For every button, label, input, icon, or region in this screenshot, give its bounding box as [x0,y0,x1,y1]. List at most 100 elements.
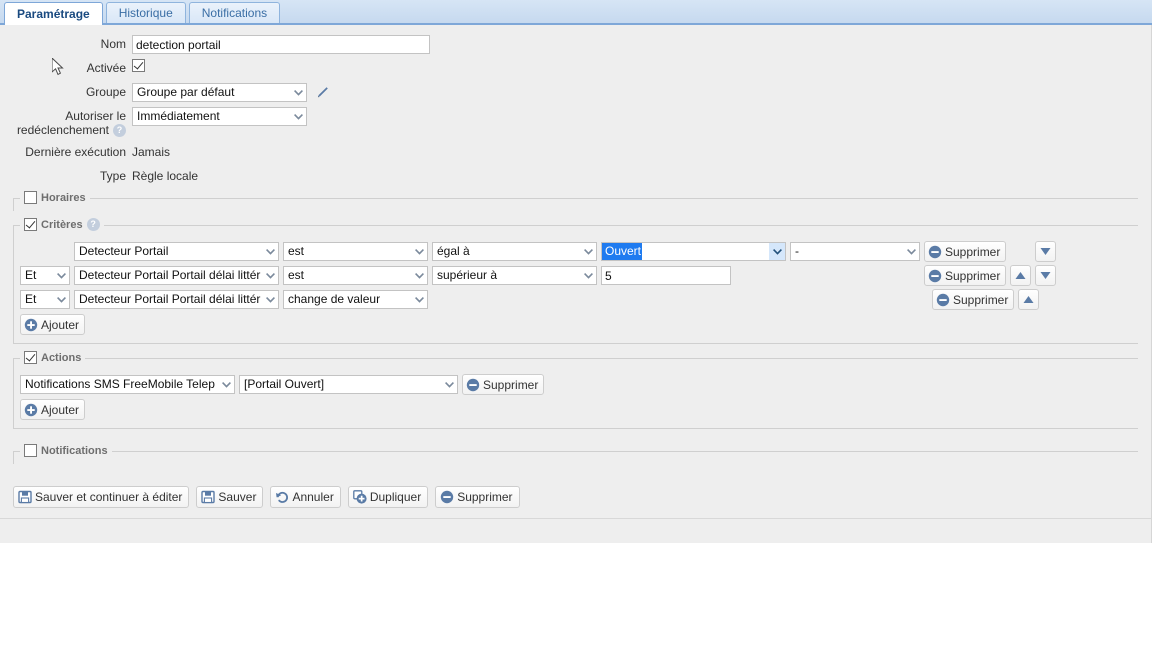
criteria-value-input[interactable] [601,266,731,285]
section-actions-legend: Actions [20,351,86,364]
criteria-source-select[interactable]: Detecteur Portail Portail délai littér [74,266,279,285]
redeclenchement-select-value: Immédiatement [137,109,220,123]
criteria-add-button[interactable]: Ajouter [20,314,86,335]
criteria-move-down-button[interactable] [1035,265,1057,286]
criteria-verb-value: est [288,244,305,258]
delete-label: Supprimer [457,490,513,504]
criteria-move-down-button[interactable] [1035,241,1057,262]
tab-historique[interactable]: Historique [105,2,186,23]
redeclenchement-label-line2: redéclenchement [16,123,109,137]
criteria-value-filler [642,243,769,260]
action-delete-button[interactable]: Supprimer [462,374,545,395]
chevron-down-icon [262,291,278,308]
section-actions-body: Notifications SMS FreeMobile Telep [Port… [14,359,1138,428]
tab-notifications[interactable]: Notifications [188,2,281,23]
action-add-button[interactable]: Ajouter [20,399,86,420]
cancel-button[interactable]: Annuler [270,486,341,508]
help-icon-redeclenchement[interactable]: ? [113,123,126,137]
section-horaires-legend: Horaires [20,191,90,204]
field-row-groupe: Groupe Groupe par défaut [0,83,1151,102]
chevron-down-icon [411,243,427,260]
criteria-operator-value: Et [25,268,37,282]
field-row-derniere-execution: Dernière exécution Jamais [0,143,1151,162]
save-icon [18,490,32,504]
criteria-delete-button[interactable]: Supprimer [924,241,1007,262]
duplicate-button[interactable]: Dupliquer [347,486,429,508]
action-target-value: Notifications SMS FreeMobile Telep [25,377,215,391]
chevron-down-icon [411,267,427,284]
redeclenchement-select[interactable]: Immédiatement [132,107,307,126]
criteres-checkbox[interactable] [24,218,37,231]
notifications-checkbox[interactable] [24,444,37,457]
action-row: Notifications SMS FreeMobile Telep [Port… [20,373,1132,396]
tab-parametrage[interactable]: Paramétrage [4,2,103,25]
rule-editor-page: Nom Activée Groupe Groupe par défaut [0,25,1152,543]
chevron-down-icon [218,376,234,393]
criteria-delete-button[interactable]: Supprimer [924,265,1007,286]
section-criteres: Critères ? Detecteur Portail est égal à … [13,218,1138,344]
criteria-verb-select[interactable]: est [283,266,428,285]
chevron-down-icon [262,267,278,284]
edit-group-button[interactable] [315,86,329,100]
criteria-operator-select[interactable]: Et [20,290,70,309]
save-label: Sauver [218,490,257,504]
section-notifications: Notifications [13,444,1138,464]
criteria-delete-label: Supprimer [945,268,1001,283]
nom-label: Nom [100,37,126,51]
criteria-comparator-select[interactable]: égal à [432,242,597,261]
undo-icon [276,491,289,503]
criteria-source-select[interactable]: Detecteur Portail [74,242,279,261]
action-message-select[interactable]: [Portail Ouvert] [239,375,458,394]
criteria-source-value: Detecteur Portail Portail délai littér [79,292,261,306]
form-toolbar: Sauver et continuer à éditer Sauver Annu… [0,476,1151,518]
section-criteres-legend: Critères ? [20,218,104,231]
derniere-execution-label: Dernière exécution [25,145,126,159]
redeclenchement-label-line1: Autoriser le [65,109,126,123]
criteria-delete-button[interactable]: Supprimer [932,289,1015,310]
criteria-value-text: Ouvert [602,243,643,260]
section-horaires: Horaires [13,191,1138,211]
criteria-operator-select[interactable]: Et [20,266,70,285]
help-icon-criteres[interactable]: ? [86,218,100,231]
rule-properties-form: Nom Activée Groupe Groupe par défaut [0,25,1151,186]
criteria-comparator-value: supérieur à [437,268,498,282]
criteria-source-value: Detecteur Portail Portail délai littér [79,268,261,282]
horaires-checkbox[interactable] [24,191,37,204]
criteria-comparator-select[interactable]: supérieur à [432,266,597,285]
delete-icon [936,293,950,306]
derniere-execution-value: Jamais [132,145,171,159]
criteria-source-select[interactable]: Detecteur Portail Portail délai littér [74,290,279,309]
chevron-down-icon [441,376,457,393]
section-criteres-body: Detecteur Portail est égal à Ouvert - Su… [14,226,1138,343]
delete-icon [441,490,454,504]
criteria-extra-select[interactable]: - [790,242,920,261]
criteria-move-up-button[interactable] [1018,289,1040,310]
actions-checkbox[interactable] [24,351,37,364]
chevron-down-icon [290,108,306,125]
criteria-source-value: Detecteur Portail [79,244,169,258]
duplicate-label: Dupliquer [369,490,422,504]
criteria-verb-value: change de valeur [288,292,381,306]
groupe-select[interactable]: Groupe par défaut [132,83,307,102]
arrow-down-icon [1040,248,1051,255]
save-and-continue-button[interactable]: Sauver et continuer à éditer [13,486,190,508]
save-button[interactable]: Sauver [196,486,264,508]
chevron-down-icon [580,267,596,284]
chevron-down-icon [53,291,69,308]
criteria-move-up-button[interactable] [1010,265,1032,286]
nom-input[interactable] [132,35,430,54]
action-target-select[interactable]: Notifications SMS FreeMobile Telep [20,375,235,394]
criteria-verb-select[interactable]: change de valeur [283,290,428,309]
activee-checkbox[interactable] [132,59,145,72]
groupe-label: Groupe [85,85,126,99]
save-icon [201,490,216,504]
toolbar-bottom-divider [0,518,1151,519]
arrow-up-icon [1023,296,1034,303]
delete-button[interactable]: Supprimer [435,486,520,508]
criteria-value-select[interactable]: Ouvert [601,242,786,261]
action-add-label: Ajouter [41,402,80,417]
arrow-up-icon [1015,272,1026,279]
pencil-icon [317,86,328,97]
criteria-verb-select[interactable]: est [283,242,428,261]
criteria-verb-value: est [288,268,305,282]
